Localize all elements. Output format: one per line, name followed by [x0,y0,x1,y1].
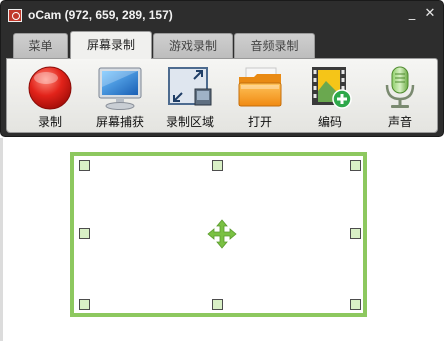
record-region-button[interactable]: 录制区域 [156,59,224,134]
resize-handle-top-left[interactable] [79,160,90,171]
folder-icon [238,67,282,107]
record-label: 录制 [37,115,62,129]
resize-handle-left[interactable] [79,228,90,239]
encode-button[interactable]: 编码 [296,59,364,134]
toolbar: 录制 屏幕捕获 录制区域 打开 编码 声音 [6,58,438,133]
record-button[interactable]: 录制 [16,59,84,134]
title-bar[interactable]: oCam (972, 659, 289, 157) _ ✕ [1,1,443,29]
close-button[interactable]: ✕ [422,6,438,22]
ocam-app-icon [8,9,22,22]
resize-handle-right[interactable] [350,228,361,239]
resize-handle-bottom-left[interactable] [79,299,90,310]
minimize-button[interactable]: _ [404,6,420,22]
screen-capture-label: 屏幕捕获 [95,115,144,129]
open-button[interactable]: 打开 [226,59,294,134]
recording-region-frame[interactable] [70,152,367,317]
tab-menu[interactable]: 菜单 [13,33,68,58]
resize-handle-top[interactable] [212,160,223,171]
sound-button[interactable]: 声音 [366,59,434,134]
record-icon [28,66,72,110]
sound-label: 声音 [387,115,412,129]
window-title: oCam (972, 659, 289, 157) [28,8,173,22]
screen-capture-button[interactable]: 屏幕捕获 [86,59,154,134]
resize-region-icon [168,67,212,106]
tab-audio-record[interactable]: 音频录制 [234,33,315,58]
resize-handle-top-right[interactable] [350,160,361,171]
desktop-edge [0,138,3,341]
tab-game-record[interactable]: 游戏录制 [153,33,233,58]
resize-handle-bottom[interactable] [212,299,223,310]
tab-screen-record[interactable]: 屏幕录制 [70,31,152,59]
move-icon[interactable] [207,219,237,249]
record-region-label: 录制区域 [165,115,214,129]
microphone-icon [385,66,415,108]
monitor-icon [98,67,142,110]
ocam-window: oCam (972, 659, 289, 157) _ ✕ 菜单 屏幕录制 游戏… [0,0,444,137]
film-add-icon [312,67,352,109]
encode-label: 编码 [317,115,342,129]
resize-handle-bottom-right[interactable] [350,299,361,310]
open-label: 打开 [247,115,272,129]
